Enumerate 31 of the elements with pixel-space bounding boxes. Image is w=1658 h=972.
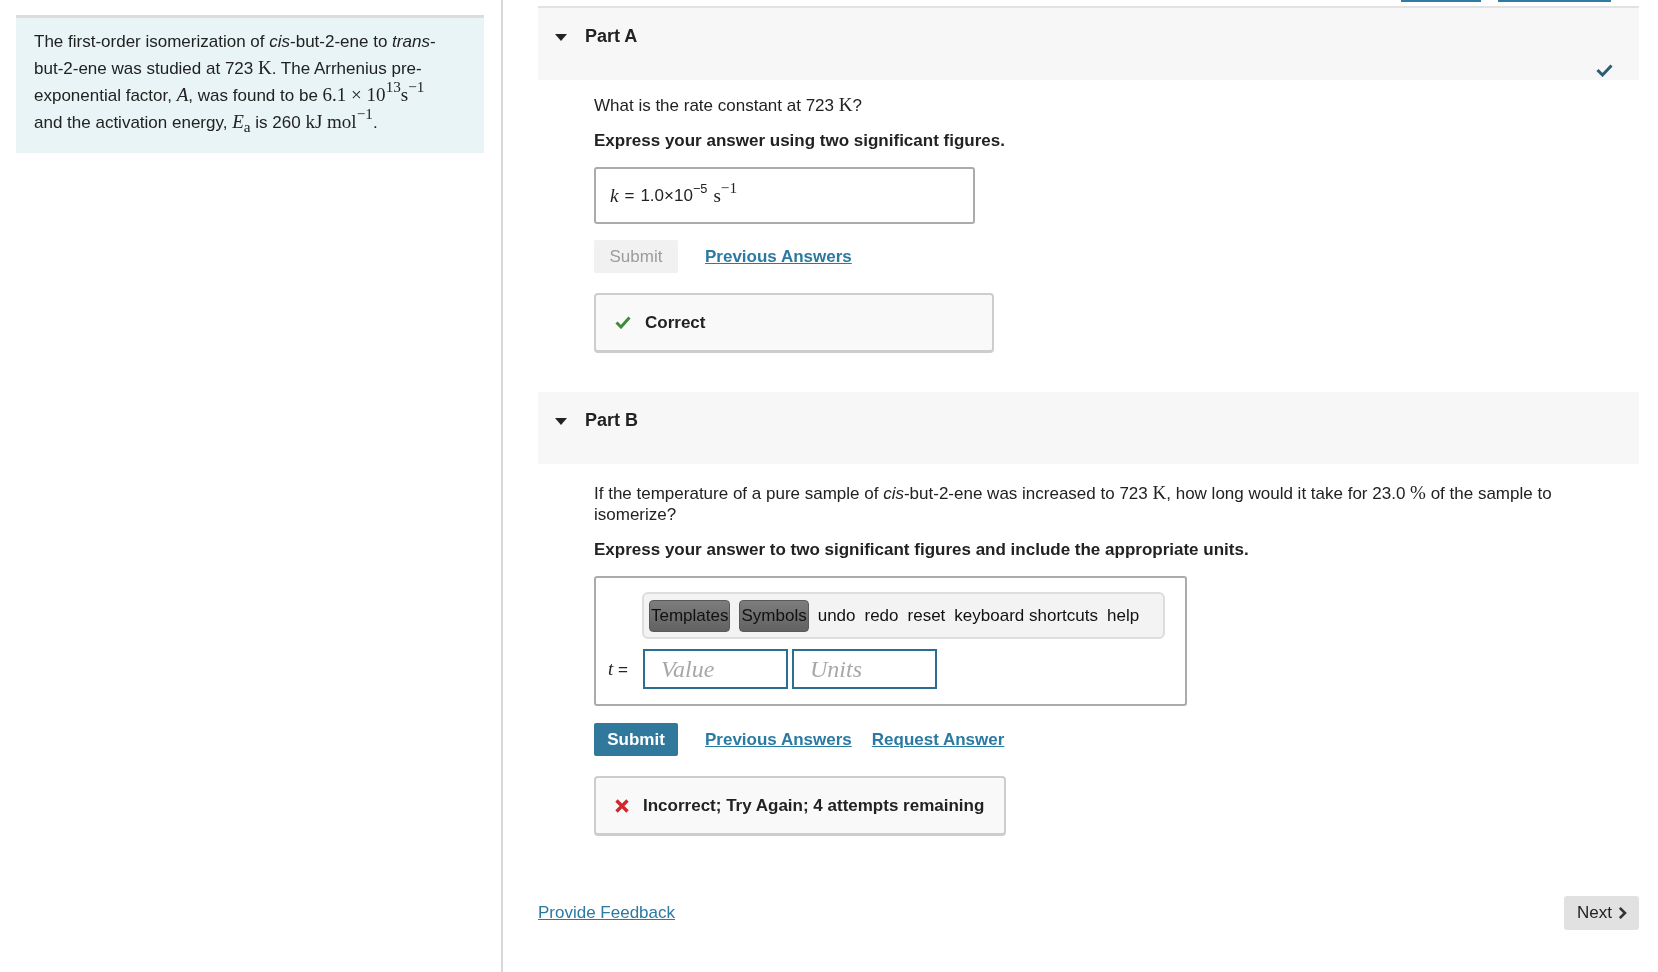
caret-icon[interactable] — [555, 418, 567, 425]
toolbar-button[interactable]: reset — [907, 605, 946, 626]
menu-button[interactable]: Symbols — [739, 599, 809, 632]
toolbar-button[interactable]: help — [1106, 605, 1140, 626]
instruction-text: Express your answer to two significant figures and include the appropriate units. — [594, 539, 1249, 561]
next-button[interactable]: Next — [1564, 896, 1639, 930]
link[interactable]: Previous Answers — [705, 246, 852, 267]
caret-icon[interactable] — [555, 34, 567, 41]
feedback-text: Correct — [645, 312, 706, 333]
part-header[interactable]: Part A — [538, 8, 1639, 80]
problem-text: The first-order isomerization of cis-but-2-ene to trans-but-2-ene was studied at 723 K. The Arrhenius pre-exponential factor, A, was found to be 6.1 × 10$^{13}$s$^{−1}$ and the activation energy, E$_{a}$ is 260 kJ mol$^{−1}$. — [16, 15, 484, 153]
x-mark-icon — [615, 798, 629, 813]
submit-button[interactable]: Submit — [594, 723, 678, 756]
feedback-text: Incorrect; Try Again; 4 attempts remaining — [643, 795, 985, 816]
toolbar-button[interactable]: redo — [864, 605, 899, 626]
check-icon — [615, 316, 631, 329]
question-text: If the temperature of a pure sample of cis-but-2-ene was increased to 723 K, how long would it take for 23.0 % of the sample to isomerize? — [594, 482, 1553, 525]
link[interactable]: Request Answer — [871, 729, 1005, 750]
link[interactable]: Previous Answers — [705, 729, 852, 750]
answer-box: k = 1.0×10$^{−5}$ s$^{−1}$ — [594, 167, 975, 224]
input-field[interactable]: Units — [792, 649, 937, 689]
part-header[interactable]: Part B — [538, 392, 1639, 464]
feedback-link[interactable]: Provide Feedback — [538, 903, 676, 923]
chevron-right-icon — [1618, 906, 1627, 920]
menu-button[interactable]: Templates — [649, 599, 731, 632]
toolbar-button[interactable]: keyboard shortcuts — [954, 605, 1098, 626]
input-field[interactable]: Value — [643, 649, 788, 689]
question-text: What is the rate constant at 723 K? — [594, 94, 862, 116]
instruction-text: Express your answer using two significant figures. — [594, 130, 1005, 152]
toolbar-button[interactable]: undo — [817, 605, 856, 626]
variable-label: t = — [608, 658, 629, 680]
